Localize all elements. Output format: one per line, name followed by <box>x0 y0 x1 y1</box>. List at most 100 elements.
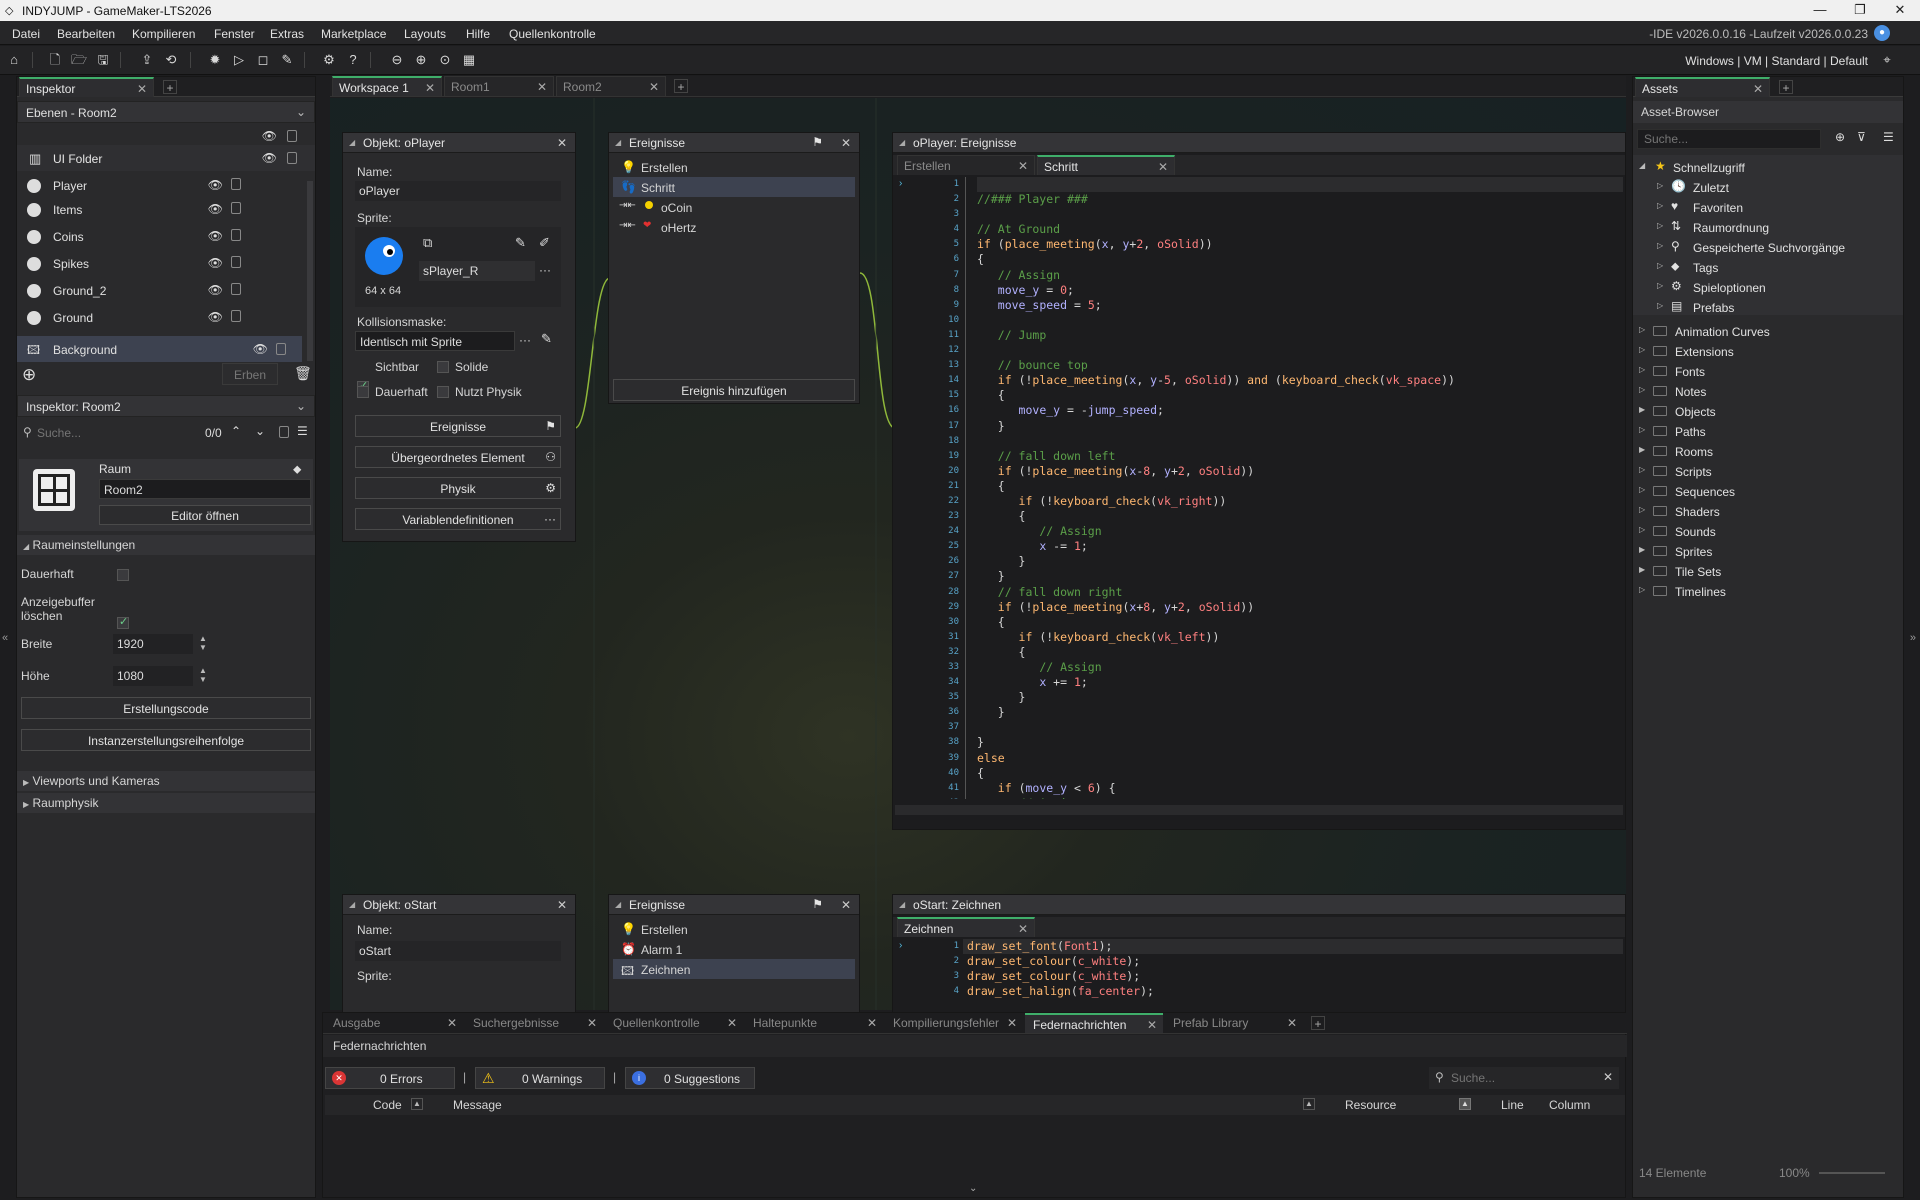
eye-icon[interactable]: 👁 <box>208 178 223 192</box>
folder-paths[interactable]: ▷ Paths <box>1633 421 1903 441</box>
inherit-button[interactable]: Erben <box>222 363 278 385</box>
collapse-icon[interactable]: ◢ <box>899 900 905 909</box>
event-collision-ohertz[interactable]: ⇥⇤ ❤ oHertz <box>613 217 855 237</box>
code-editor-header[interactable]: ◢ oPlayer: Ereignisse <box>893 133 1625 153</box>
tab-assets[interactable]: Assets ✕ <box>1635 77 1770 97</box>
target-settings-icon[interactable]: ⌖ <box>1878 51 1896 69</box>
close-icon[interactable]: ✕ <box>727 1016 737 1030</box>
tree-recent[interactable]: ▷ 🕓 Zuletzt <box>1633 177 1903 197</box>
help-icon[interactable]: ? <box>344 51 362 69</box>
layer-spikes[interactable]: Spikes 👁 <box>17 253 257 275</box>
folder-tile-sets[interactable]: ▶ Tile Sets <box>1633 561 1903 581</box>
parent-button[interactable]: Übergeordnetes Element ⚇ <box>355 446 561 468</box>
zoom-out-icon[interactable]: ⊖ <box>388 51 406 69</box>
tab-draw-event[interactable]: Zeichnen ✕ <box>897 917 1035 937</box>
menu-quellenkontrolle[interactable]: Quellenkontrolle <box>509 27 596 41</box>
collapse-icon[interactable]: ◢ <box>349 138 355 147</box>
column-message[interactable]: Message <box>453 1098 502 1112</box>
zoom-reset-icon[interactable]: ⊙ <box>436 51 454 69</box>
menu-kompilieren[interactable]: Kompilieren <box>132 27 195 41</box>
warnings-filter[interactable]: ⚠ 0 Warnings <box>475 1067 605 1089</box>
lock-icon[interactable] <box>231 229 241 241</box>
layer-coins[interactable]: Coins 👁 <box>17 226 257 248</box>
add-event-button[interactable]: Ereignis hinzufügen <box>613 379 855 401</box>
clean-icon[interactable]: ⟲ <box>162 51 180 69</box>
column-resource[interactable]: Resource <box>1345 1098 1396 1112</box>
event-collision-ocoin[interactable]: ⇥⇤ oCoin <box>613 197 855 217</box>
menu-extras[interactable]: Extras <box>270 27 304 41</box>
close-icon[interactable]: ✕ <box>557 898 567 912</box>
lock-icon[interactable] <box>231 310 241 322</box>
events-window-header[interactable]: ◢ Ereignisse ⚑ ✕ <box>609 895 859 915</box>
layers-dropdown[interactable]: Ebenen - Room2 ⌄ <box>17 101 315 123</box>
folder-rooms[interactable]: ▶ Rooms <box>1633 441 1903 461</box>
ui-folder-row[interactable]: ▥ UI Folder 👁 <box>17 145 315 171</box>
solid-checkbox[interactable] <box>437 361 449 373</box>
creation-code-button[interactable]: Erstellungscode <box>21 697 311 719</box>
tree-favorites[interactable]: ▷ ♥ Favoriten <box>1633 197 1903 217</box>
sort-icon[interactable]: ▲ <box>1303 1098 1315 1110</box>
tab-output[interactable]: Ausgabe ✕ <box>325 1013 463 1033</box>
tree-room-order[interactable]: ▷ ⇅ Raumordnung <box>1633 217 1903 237</box>
eye-icon[interactable]: 👁 <box>208 310 223 324</box>
close-icon[interactable]: ✕ <box>1880 2 1920 18</box>
run-icon[interactable]: ▷ <box>230 51 248 69</box>
menu-layouts[interactable]: Layouts <box>404 27 446 41</box>
close-icon[interactable]: ✕ <box>841 136 851 150</box>
code-horizontal-scrollbar[interactable] <box>895 805 1623 815</box>
close-icon[interactable]: ✕ <box>1753 82 1763 96</box>
clear-buffer-checkbox[interactable] <box>117 615 129 629</box>
menu-datei[interactable]: Datei <box>12 27 40 41</box>
folder-sounds[interactable]: ▷ Sounds <box>1633 521 1903 541</box>
asset-search-input[interactable] <box>1637 129 1821 149</box>
folder-fonts[interactable]: ▷ Fonts <box>1633 361 1903 381</box>
more-icon[interactable]: ··· <box>539 263 551 277</box>
tab-search-results[interactable]: Suchergebnisse ✕ <box>465 1013 603 1033</box>
menu-marketplace[interactable]: Marketplace <box>321 27 386 41</box>
tab-create-event[interactable]: Erstellen ✕ <box>897 155 1035 175</box>
visibility-all-icon[interactable]: 👁 <box>262 129 277 143</box>
tree-tags[interactable]: ▷ ⬥ Tags <box>1633 257 1903 277</box>
workspace-canvas[interactable]: ◢ Objekt: oPlayer ✕ Name: oPlayer Sprite: … <box>330 98 1626 1014</box>
collapse-icon[interactable]: ◢ <box>615 900 621 909</box>
sprite-edit-icon[interactable]: ⧉ <box>423 235 432 251</box>
uses-physics-checkbox[interactable] <box>437 386 449 398</box>
close-icon[interactable]: ✕ <box>841 898 851 912</box>
flag-icon[interactable]: ⚑ <box>812 135 823 149</box>
edit-image-icon[interactable]: ✎ <box>515 235 526 251</box>
sort-icon[interactable]: ▲ <box>411 1098 423 1110</box>
close-icon[interactable]: ✕ <box>1018 159 1028 173</box>
eye-icon[interactable]: 👁 <box>208 229 223 243</box>
folder-scripts[interactable]: ▷ Scripts <box>1633 461 1903 481</box>
tab-room1[interactable]: Room1 ✕ <box>444 76 554 96</box>
suggestions-filter[interactable]: i 0 Suggestions <box>625 1067 755 1089</box>
close-icon[interactable]: ✕ <box>557 136 567 150</box>
lock-all-icon[interactable] <box>287 130 297 142</box>
folder-notes[interactable]: ▷ Notes <box>1633 381 1903 401</box>
lock-icon[interactable] <box>231 202 241 214</box>
clean-build-icon[interactable]: ✎ <box>278 51 296 69</box>
zoom-in-icon[interactable]: ⊕ <box>412 51 430 69</box>
sprite-preview[interactable] <box>365 237 403 275</box>
grid-icon[interactable]: ▦ <box>460 51 478 69</box>
lock-icon[interactable] <box>231 178 241 190</box>
width-field[interactable]: 1920 <box>113 634 193 654</box>
room-settings-header[interactable]: ◢ Raumeinstellungen <box>17 535 315 555</box>
add-tab-icon[interactable]: + <box>163 80 177 95</box>
menu-icon[interactable]: ☰ <box>1883 130 1894 144</box>
sprite-select[interactable]: sPlayer_R <box>419 261 535 281</box>
room-inspector-dropdown[interactable]: Inspektor: Room2 ⌄ <box>17 395 315 417</box>
lock-icon[interactable] <box>231 283 241 295</box>
tag-icon[interactable]: ⬥ <box>293 462 301 477</box>
close-icon[interactable]: ✕ <box>425 81 435 95</box>
persistent-checkbox[interactable] <box>117 569 129 581</box>
eye-icon[interactable]: 👁 <box>262 151 277 165</box>
event-create[interactable]: 💡 Erstellen <box>613 919 855 939</box>
column-code[interactable]: Code <box>373 1098 402 1112</box>
stop-icon[interactable]: ◻ <box>254 51 272 69</box>
close-icon[interactable]: ✕ <box>537 80 547 94</box>
event-step[interactable]: 👣 Schritt <box>613 177 855 197</box>
layer-player[interactable]: Player 👁 <box>17 175 257 197</box>
inspector-search-input[interactable] <box>37 423 197 443</box>
target-selector[interactable]: Windows | VM | Standard | Default <box>1685 54 1868 68</box>
